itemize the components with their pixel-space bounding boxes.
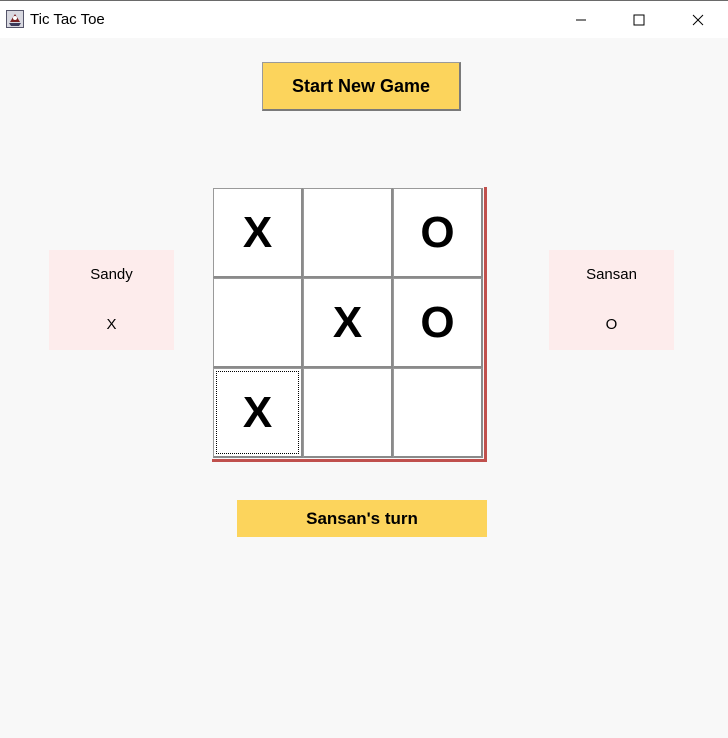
game-board: X O X O X — [212, 187, 487, 462]
maximize-icon — [633, 14, 645, 26]
maximize-button[interactable] — [610, 1, 668, 38]
player-mark: O — [605, 316, 618, 333]
close-button[interactable] — [669, 1, 727, 38]
board-cell-0[interactable]: X — [213, 188, 303, 278]
window-title: Tic Tac Toe — [30, 11, 105, 28]
board-cell-6[interactable]: X — [213, 368, 303, 458]
game-window: Tic Tac Toe Start New Game Sandy X Sansa… — [0, 0, 728, 738]
board-cell-2[interactable]: O — [393, 188, 483, 278]
player-panel-x: Sandy X — [49, 250, 174, 350]
player-name: Sansan — [586, 266, 637, 283]
player-panel-o: Sansan O — [549, 250, 674, 350]
board-cell-1[interactable] — [303, 188, 393, 278]
java-cup-icon — [6, 10, 24, 28]
minimize-icon — [575, 14, 587, 26]
board-cell-5[interactable]: O — [393, 278, 483, 368]
title-bar[interactable]: Tic Tac Toe — [0, 0, 728, 38]
close-icon — [692, 14, 704, 26]
turn-status: Sansan's turn — [237, 500, 487, 537]
board-cell-8[interactable] — [393, 368, 483, 458]
player-name: Sandy — [90, 266, 133, 283]
player-mark: X — [106, 316, 117, 333]
board-cell-3[interactable] — [213, 278, 303, 368]
board-cell-7[interactable] — [303, 368, 393, 458]
start-new-game-button[interactable]: Start New Game — [262, 62, 461, 111]
minimize-button[interactable] — [552, 1, 610, 38]
board-cell-4[interactable]: X — [303, 278, 393, 368]
